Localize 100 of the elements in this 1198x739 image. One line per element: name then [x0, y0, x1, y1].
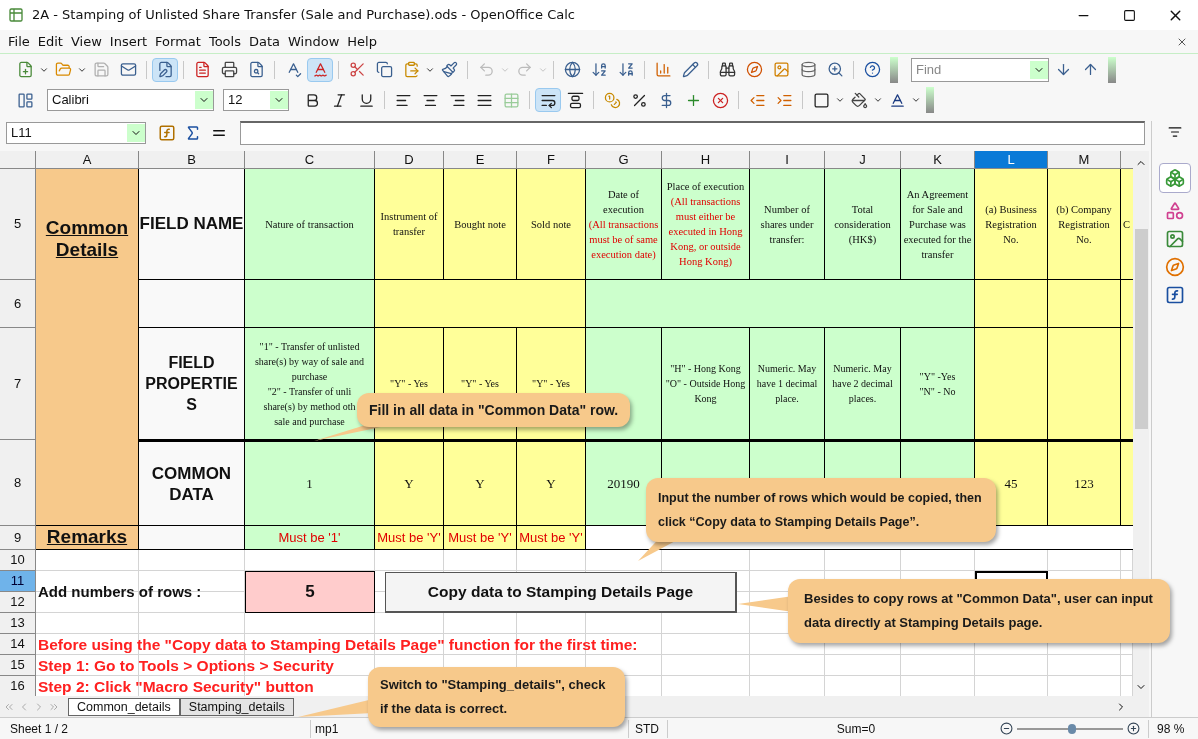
section-title: Common Details	[36, 169, 139, 526]
column-header[interactable]: C	[245, 151, 375, 169]
row-header[interactable]: 10	[0, 550, 36, 571]
instruction-text: Before using the "Copy data to Stamping Details Page" function for the first time:	[37, 635, 638, 655]
formula-input[interactable]	[240, 120, 1145, 145]
zoom-in-icon[interactable]	[1127, 722, 1140, 735]
row-header[interactable]: 5	[0, 169, 36, 280]
column-header[interactable]: L	[975, 151, 1048, 169]
row-header[interactable]: 15	[0, 655, 36, 676]
app-icon	[8, 7, 24, 23]
menu-item[interactable]: Format	[151, 31, 205, 52]
column-header[interactable]: K	[901, 151, 975, 169]
field-name: Sold note	[517, 169, 586, 280]
remark: Must be 'Y'	[375, 526, 444, 550]
column-header[interactable]: B	[139, 151, 245, 169]
field-name: Number of shares under transfer:	[750, 169, 825, 280]
edit-file-icon[interactable]	[152, 57, 178, 82]
gallery-icon[interactable]	[1165, 229, 1186, 249]
column-header[interactable]: E	[444, 151, 517, 169]
common-data: Y	[517, 440, 586, 526]
rows-count-cell[interactable]: 5	[245, 571, 375, 613]
remark: Must be '1'	[245, 526, 375, 550]
menu-item[interactable]: View	[66, 31, 106, 52]
remark: Must be 'Y'	[444, 526, 517, 550]
row-header[interactable]: 12	[0, 592, 36, 613]
row-header[interactable]: 9	[0, 526, 36, 550]
toolbar-handle[interactable]	[890, 56, 898, 83]
field-properties: Numeric. May have 2 decimal places.	[825, 328, 901, 440]
row-header[interactable]: 8	[0, 440, 36, 526]
copy-data-button[interactable]: Copy data to Stamping Details Page	[385, 571, 737, 613]
status-mode: STD	[628, 719, 668, 738]
column-header[interactable]: I	[750, 151, 825, 169]
row-header[interactable]: 7	[0, 328, 36, 440]
zoom-out-icon[interactable]	[1000, 722, 1013, 735]
column-header[interactable]: D	[375, 151, 444, 169]
wrap-text-icon[interactable]	[535, 88, 561, 112]
status-zoom: 98 %	[1148, 719, 1185, 738]
maximize-icon[interactable]	[1122, 8, 1136, 22]
shapes-icon[interactable]	[1165, 201, 1186, 221]
callout-tooltip: Besides to copy rows at "Common Data", user can input data directly at Stamping Details page.	[788, 579, 1170, 643]
row-header[interactable]: 13	[0, 613, 36, 634]
sheet-tab[interactable]: Common_details	[68, 697, 180, 716]
column-header[interactable]: J	[825, 151, 901, 169]
field-name: (b) Company Registration No.	[1048, 169, 1121, 280]
column-header[interactable]: F	[517, 151, 586, 169]
auto-spellcheck-icon[interactable]	[307, 57, 333, 82]
menu-item[interactable]: Window	[284, 31, 344, 52]
field-name: Date of execution (All transactions must be of same execution date)	[586, 169, 662, 280]
field-name: Place of execution (All transactions must either be executed in Hong Kong, or outside Hong Kong)	[662, 169, 750, 280]
row-label: FIELD NAME	[139, 169, 245, 280]
functions-icon[interactable]	[1165, 285, 1186, 305]
menu-item[interactable]: Edit	[33, 31, 67, 52]
window-title: 2A - Stamping of Unlisted Share Transfer (Sale and Purchase).ods - OpenOffice Calc	[32, 6, 575, 25]
navigator-icon[interactable]	[1165, 257, 1186, 277]
toolbar-handle[interactable]	[1108, 56, 1116, 83]
menu-item[interactable]: Insert	[105, 31, 152, 52]
table-cell	[1121, 280, 1133, 328]
common-data: 1	[245, 440, 375, 526]
field-name: Instrument of transfer	[375, 169, 444, 280]
zoom-slider-thumb[interactable]	[1068, 723, 1077, 734]
remark: Must be 'Y'	[517, 526, 586, 550]
header-corner[interactable]	[0, 151, 36, 169]
toolbar-handle[interactable]	[926, 87, 934, 113]
common-data: Y	[375, 440, 444, 526]
cubes-icon[interactable]	[1165, 168, 1186, 188]
row-label: COMMON DATA	[139, 440, 245, 526]
field-properties: Numeric. May have 1 decimal place.	[750, 328, 825, 440]
column-header[interactable]: G	[586, 151, 662, 169]
menu-item[interactable]: Help	[343, 31, 381, 52]
column-header[interactable]: M	[1048, 151, 1121, 169]
row-header[interactable]: 6	[0, 280, 36, 328]
column-header[interactable]: A	[36, 151, 139, 169]
find-input[interactable]: Find	[912, 59, 1022, 80]
common-data: 123	[1048, 440, 1121, 526]
callout-tooltip: Switch to "Stamping_details", check if the data is correct.	[368, 667, 625, 727]
function-wizard-icon[interactable]	[158, 123, 176, 142]
column-header[interactable]	[1121, 151, 1133, 169]
properties-button[interactable]	[1159, 163, 1192, 193]
field-name: (a) Business Registration No.	[975, 169, 1048, 280]
find-field[interactable]: Find	[911, 57, 1049, 82]
field-properties: "H" - Hong Kong "O" - Outside Hong Kong	[662, 328, 750, 440]
field-name: C	[1121, 169, 1133, 280]
instruction-text: Step 2: Click "Macro Security" button	[37, 677, 314, 697]
field-properties: "Y" -Yes "N" - No	[901, 328, 975, 440]
menu-item[interactable]: File	[4, 31, 34, 52]
column-header[interactable]: H	[662, 151, 750, 169]
menu-item[interactable]: Tools	[204, 31, 245, 52]
field-name: Nature of transaction	[245, 169, 375, 280]
row-header[interactable]: 14	[0, 634, 36, 655]
sidebar-menu-icon[interactable]	[1168, 125, 1183, 139]
remarks-title: Remarks	[36, 526, 139, 550]
sheet-tab[interactable]: Stamping_details	[179, 697, 294, 716]
field-name: Total consideration (HK$)	[825, 169, 901, 280]
menu-item[interactable]: Data	[244, 31, 284, 52]
row-header[interactable]: 16	[0, 676, 36, 697]
common-data: Y	[444, 440, 517, 526]
scrollbar-thumb[interactable]	[1134, 229, 1148, 429]
row-header[interactable]: 11	[0, 571, 36, 592]
name-box[interactable]: L11	[7, 122, 36, 143]
status-sum: Sum=0	[835, 720, 877, 738]
